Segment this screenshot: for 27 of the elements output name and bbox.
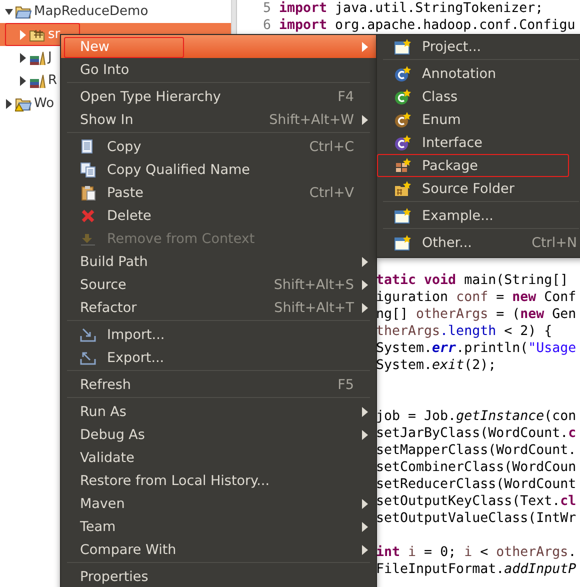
code-line: FileInputFormat.addInputP	[376, 561, 576, 578]
code-line: ng[] otherArgs = (new Gen	[376, 306, 576, 323]
shortcut-text: Shift+Alt+S	[272, 276, 354, 292]
code-line: System.err.println("Usage	[376, 340, 576, 357]
code-line: setReducerClass(WordCount	[376, 476, 576, 493]
shortcut-text: F5	[336, 376, 354, 392]
shortcut-text: Ctrl+V	[308, 184, 354, 200]
code-line: setOutputKeyClass(Text.cl	[376, 493, 576, 510]
code-line: int i = 0; i < otherArgs.	[376, 544, 576, 561]
code-line: setCombinerClass(WordCoun	[376, 459, 576, 476]
code-line: job = Job.getInstance(con	[376, 408, 576, 425]
shortcut-text: F4	[336, 88, 354, 104]
code-line: tatic void main(String[]	[376, 272, 568, 289]
code-line: import java.util.StringTokenizer;	[279, 0, 544, 17]
code-line: iguration conf = new Conf	[376, 289, 576, 306]
shortcut-text: Ctrl+N	[530, 234, 577, 250]
line-number: 5	[262, 0, 272, 17]
code-line: therArgs.length < 2) {	[376, 323, 552, 340]
shortcut-text: Ctrl+C	[308, 138, 354, 154]
shortcut-text: Shift+Alt+W	[268, 112, 354, 128]
shortcut-text: Shift+Alt+T	[273, 300, 354, 316]
code-line: System.exit(2);	[376, 357, 496, 374]
code-line: setMapperClass(WordCount.	[376, 442, 576, 459]
code-line: setOutputValueClass(IntWr	[376, 510, 576, 527]
code-line: import org.apache.hadoop.conf.Configu	[279, 17, 576, 34]
line-number: 6	[262, 17, 272, 34]
code-line: setJarByClass(WordCount.c	[376, 425, 576, 442]
